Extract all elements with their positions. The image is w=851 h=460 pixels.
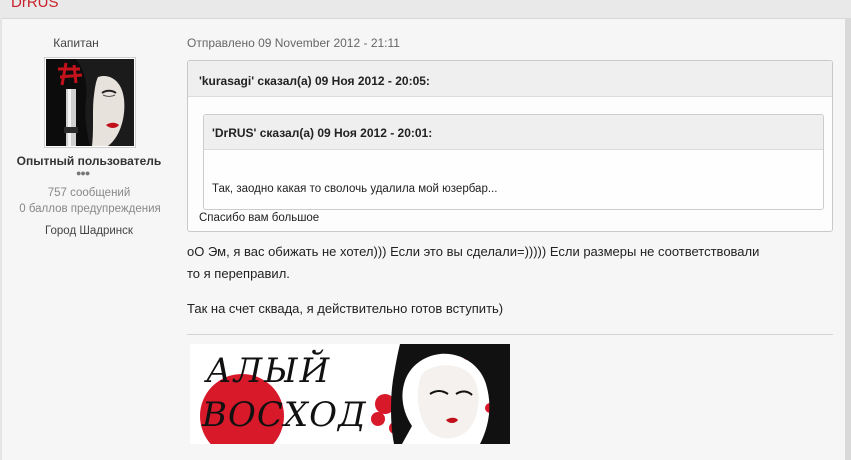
post-body: Капитан Опытный пользователь ●●● 757 соо… (2, 19, 845, 460)
quote-citation: 'DrRUS' сказал(а) 09 Ноя 2012 - 20:01: (212, 126, 433, 140)
post-text-line: то я переправил. (187, 266, 290, 281)
user-city: Город Шадринск (45, 225, 133, 237)
post-text-line: Так на счет сквада, я действительно гото… (187, 301, 504, 316)
post-count: 757 сообщений (47, 187, 131, 199)
signature-banner: АЛЫЙ ВОСХОД (190, 344, 510, 458)
user-avatar[interactable] (44, 57, 136, 148)
warning-points: 0 баллов предупреждения (19, 203, 161, 215)
quote-text: Спасибо вам большое (199, 212, 320, 224)
blockquote-inner: 'DrRUS' сказал(а) 09 Ноя 2012 - 20:01: Т… (203, 114, 824, 210)
blockquote-outer: 'kurasagi' сказал(а) 09 Ноя 2012 - 20:05… (187, 60, 833, 232)
post-content: оО Эм, я вас обижать не хотел))) Если эт… (187, 241, 832, 320)
post-author-link[interactable]: DrRUS (11, 0, 59, 11)
right-scroll-edge (845, 18, 851, 460)
banner-word-2: ВОСХОД (201, 395, 367, 435)
quote-text: Так, заодно какая то сволочь удалила мой… (212, 183, 498, 195)
geisha-avatar-icon (46, 59, 134, 146)
member-rank-title: Капитан (53, 36, 99, 50)
post-text-line: оО Эм, я вас обижать не хотел))) Если эт… (187, 244, 760, 259)
signature-divider (187, 334, 833, 335)
banner-word-1: АЛЫЙ (204, 349, 331, 391)
geisha-banner-icon: АЛЫЙ ВОСХОД (190, 344, 510, 458)
post-header-bar: DrRUS (0, 0, 851, 19)
quote-citation: 'kurasagi' сказал(а) 09 Ноя 2012 - 20:05… (199, 74, 430, 88)
post-date: Отправлено 09 November 2012 - 21:11 (187, 36, 400, 50)
rank-pips: ●●● (76, 168, 90, 178)
member-group: Опытный пользователь (16, 154, 162, 168)
author-info-panel: Капитан Опытный пользователь ●●● 757 соо… (2, 19, 172, 279)
